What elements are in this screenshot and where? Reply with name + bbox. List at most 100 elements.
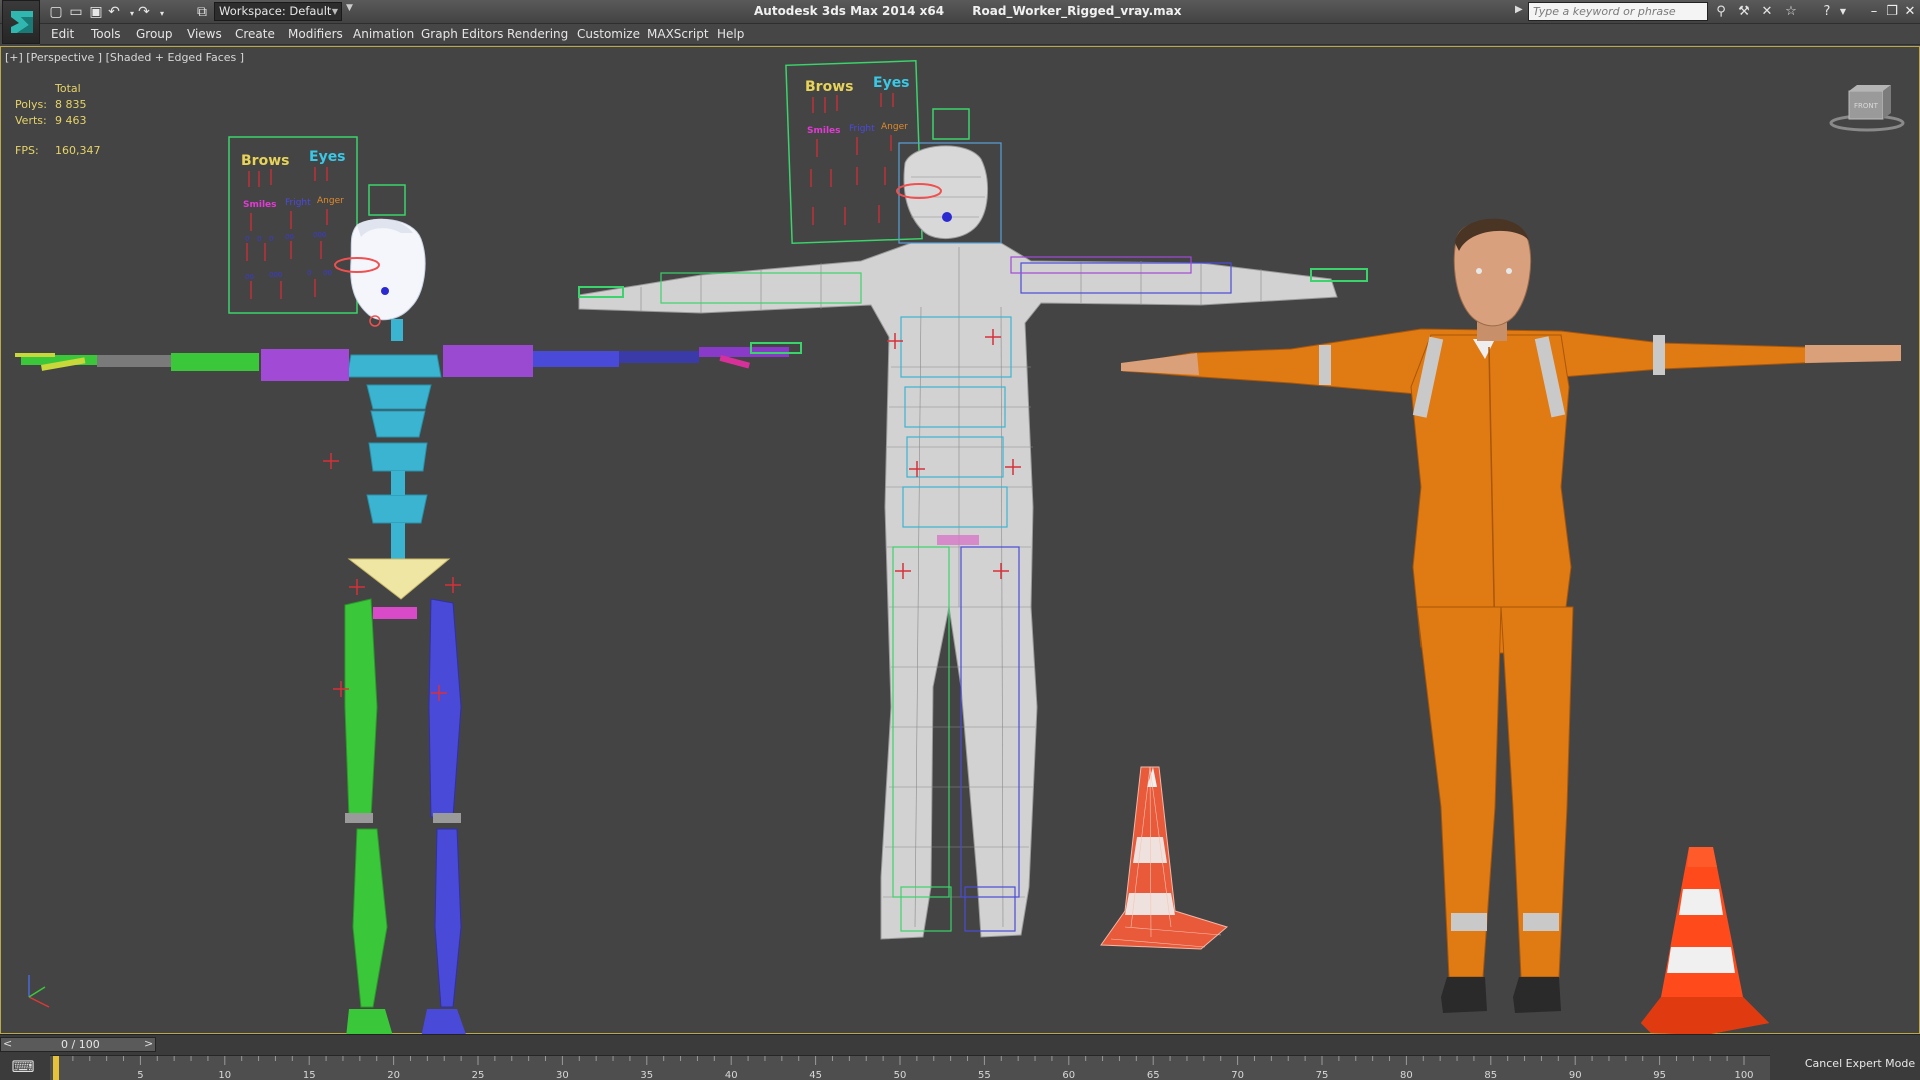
verts-value: 9 463 <box>55 114 87 127</box>
favorites-star-icon[interactable]: ☆ <box>1782 3 1800 21</box>
binoculars-icon[interactable]: ⚲ <box>1712 3 1730 21</box>
frame-tick-label: 10 <box>218 1070 231 1080</box>
timeline-bar: < 0 / 100 > ⌨ 5 10 15 20 25 30 35 40 45 50 55 60 65 7… <box>0 1034 1920 1080</box>
application-menu-button[interactable] <box>2 0 40 44</box>
svg-text:0: 0 <box>269 235 273 243</box>
wireframe-character <box>578 142 1368 940</box>
menu-rendering[interactable]: Rendering <box>507 27 568 41</box>
chevron-down-icon: ▼ <box>331 7 338 16</box>
current-frame-marker[interactable] <box>53 1056 59 1080</box>
save-file-icon[interactable]: ▣ <box>86 2 106 22</box>
face-control-panel-center: Brows Eyes Smiles Fright Anger <box>785 60 923 244</box>
frame-tick-label: 90 <box>1569 1070 1582 1080</box>
help-dropdown-icon[interactable]: ▼ <box>1834 3 1852 21</box>
frame-tick-label: 95 <box>1653 1070 1666 1080</box>
frame-tick-label: 25 <box>472 1070 485 1080</box>
search-input[interactable] <box>1528 2 1708 21</box>
polys-label: Polys: <box>15 98 47 111</box>
workspace-dropdown[interactable]: Workspace: Default ▼ <box>214 2 342 21</box>
file-name: Road_Worker_Rigged_vray.max <box>972 4 1182 18</box>
scene-canvas: Brows Eyes Smiles Fright Anger 0 0 0 00 000 … <box>15 60 1901 1035</box>
biped-skeleton <box>15 218 802 1035</box>
menu-modifiers[interactable]: Modifiers <box>288 27 343 41</box>
restore-icon[interactable]: ❐ <box>1884 3 1900 21</box>
menu-edit[interactable]: Edit <box>51 27 74 41</box>
frame-tick-label: 60 <box>1062 1070 1075 1080</box>
frame-tick-label: 65 <box>1147 1070 1160 1080</box>
subscription-center-icon[interactable]: ⚒ <box>1735 3 1753 21</box>
anger-label-2: Anger <box>881 122 908 132</box>
frame-tick-label: 75 <box>1316 1070 1329 1080</box>
fps-label: FPS: <box>15 144 39 157</box>
traffic-cone-solid <box>1641 847 1769 1035</box>
frame-tick-label: 30 <box>556 1070 569 1080</box>
frame-tick-label: 40 <box>725 1070 738 1080</box>
menu-animation[interactable]: Animation <box>353 27 414 41</box>
menu-graph-editors[interactable]: Graph Editors <box>421 27 503 41</box>
undo-icon[interactable]: ↶ <box>104 2 124 22</box>
head-control-box-2 <box>932 108 970 140</box>
minimize-icon[interactable]: – <box>1866 3 1882 21</box>
fright-label: Fright <box>285 198 311 208</box>
polys-value: 8 835 <box>55 98 87 111</box>
brows-label-2: Brows <box>805 79 853 95</box>
next-frame-button[interactable]: > <box>144 1037 153 1050</box>
redo-icon[interactable]: ↷ <box>134 2 154 22</box>
time-slider[interactable]: < 0 / 100 > <box>0 1037 156 1052</box>
search-expand-icon[interactable]: ▶ <box>1515 4 1523 15</box>
window-title: Autodesk 3ds Max 2014 x64 Road_Worker_Ri… <box>754 4 1181 18</box>
frame-tick-label: 85 <box>1484 1070 1497 1080</box>
eyes-label: Eyes <box>309 149 346 165</box>
viewcube-face-label[interactable]: FRONT <box>1854 102 1879 110</box>
track-bar[interactable]: 5 10 15 20 25 30 35 40 45 50 55 60 65 70 75 80 85 90 95 100 <box>50 1055 1770 1080</box>
face-control-panel-left: Brows Eyes Smiles Fright Anger 0 0 0 00 000 … <box>228 136 358 314</box>
prev-frame-button[interactable]: < <box>3 1037 12 1050</box>
maxscript-listener-icon[interactable]: ⌨ <box>6 1055 40 1079</box>
brows-label: Brows <box>241 153 289 169</box>
close-icon[interactable]: ✕ <box>1902 3 1918 21</box>
svg-text:000: 000 <box>313 231 326 239</box>
communication-center-icon[interactable]: ✕ <box>1758 3 1776 21</box>
road-worker-textured <box>1121 218 1901 1013</box>
quick-access-customize-icon[interactable]: ▼ <box>346 3 353 13</box>
menu-help[interactable]: Help <box>717 27 744 41</box>
frame-tick-label: 55 <box>978 1070 991 1080</box>
redo-dropdown-icon[interactable]: ▾ <box>152 2 172 22</box>
head-control-box <box>368 184 406 216</box>
open-file-icon[interactable]: ▭ <box>66 2 86 22</box>
viewport-statistics: Total Polys: 8 835 Verts: 9 463 FPS: 160,34… <box>15 81 101 159</box>
workspace-value: Workspace: Default <box>219 4 332 18</box>
viewcube[interactable]: FRONT <box>1827 83 1907 133</box>
menu-create[interactable]: Create <box>235 27 275 41</box>
stats-header: Total <box>55 82 81 95</box>
frame-tick-label: 20 <box>387 1070 400 1080</box>
menu-customize[interactable]: Customize <box>577 27 640 41</box>
svg-text:00: 00 <box>245 273 254 281</box>
menu-bar: Edit Tools Group Views Create Modifiers … <box>40 24 1920 45</box>
frame-tick-label: 100 <box>1734 1070 1753 1080</box>
frame-tick-label: 15 <box>303 1070 316 1080</box>
fright-label-2: Fright <box>849 124 875 134</box>
axis-gizmo <box>28 975 50 1008</box>
svg-text:0: 0 <box>257 235 261 243</box>
project-folder-icon[interactable]: ⧉ <box>192 2 212 22</box>
smiles-label-2: Smiles <box>807 126 841 136</box>
menu-views[interactable]: Views <box>187 27 222 41</box>
title-bar: ▢ ▭ ▣ ↶ ▾ ↷ ▾ ⧉ Workspace: Default ▼ ▼ A… <box>0 0 1920 44</box>
frame-tick-label: 70 <box>1231 1070 1244 1080</box>
viewport-label[interactable]: [+] [Perspective ] [Shaded + Edged Faces… <box>5 51 244 64</box>
new-file-icon[interactable]: ▢ <box>46 2 66 22</box>
app-name: Autodesk 3ds Max 2014 x64 <box>754 4 945 18</box>
svg-text:00: 00 <box>285 233 294 241</box>
current-frame: 0 / 100 <box>61 1038 100 1051</box>
svg-text:0: 0 <box>245 235 249 243</box>
svg-text:0: 0 <box>307 269 311 277</box>
track-bar-ticks: 5 10 15 20 25 30 35 40 45 50 55 60 65 70 75 80 85 90 95 100 <box>53 1056 1754 1080</box>
perspective-viewport[interactable]: [+] [Perspective ] [Shaded + Edged Faces… <box>0 46 1920 1035</box>
menu-maxscript[interactable]: MAXScript <box>647 27 709 41</box>
menu-group[interactable]: Group <box>136 27 173 41</box>
menu-tools[interactable]: Tools <box>91 27 121 41</box>
cancel-expert-mode-button[interactable]: Cancel Expert Mode <box>1800 1051 1920 1077</box>
fps-value: 160,347 <box>55 144 101 157</box>
frame-tick-label: 5 <box>137 1070 143 1080</box>
